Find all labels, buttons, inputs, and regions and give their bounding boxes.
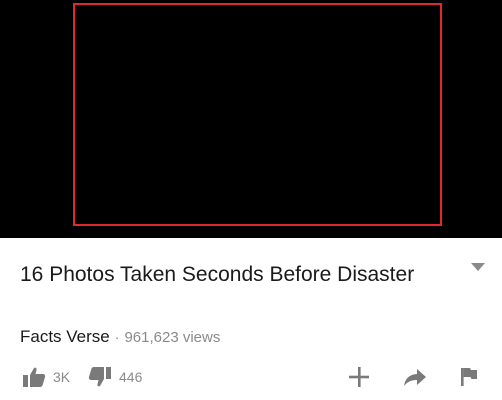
meta-separator: · bbox=[114, 329, 120, 345]
report-button[interactable] bbox=[460, 364, 478, 390]
add-to-playlist-button[interactable] bbox=[348, 364, 370, 390]
channel-name[interactable]: Facts Verse bbox=[20, 327, 110, 346]
dislike-count: 446 bbox=[119, 369, 143, 385]
share-arrow-icon bbox=[403, 366, 427, 388]
video-player[interactable] bbox=[0, 0, 502, 238]
video-title: 16 Photos Taken Seconds Before Disaster bbox=[20, 263, 415, 286]
dislike-button[interactable]: 446 bbox=[88, 364, 142, 390]
plus-icon bbox=[348, 366, 370, 388]
like-count: 3K bbox=[53, 369, 71, 385]
action-bar: 3K 446 bbox=[0, 364, 502, 394]
share-button[interactable] bbox=[403, 364, 427, 390]
thumbs-down-icon bbox=[88, 366, 112, 388]
video-info-panel: 16 Photos Taken Seconds Before Disaster … bbox=[0, 238, 502, 400]
highlight-box bbox=[73, 3, 442, 226]
thumbs-up-icon bbox=[22, 366, 46, 388]
video-meta: Facts Verse · 961,623 views bbox=[20, 327, 220, 347]
chevron-down-icon[interactable] bbox=[470, 260, 486, 272]
like-button[interactable]: 3K bbox=[22, 364, 70, 390]
flag-icon bbox=[460, 366, 478, 388]
view-count: 961,623 views bbox=[124, 329, 221, 346]
